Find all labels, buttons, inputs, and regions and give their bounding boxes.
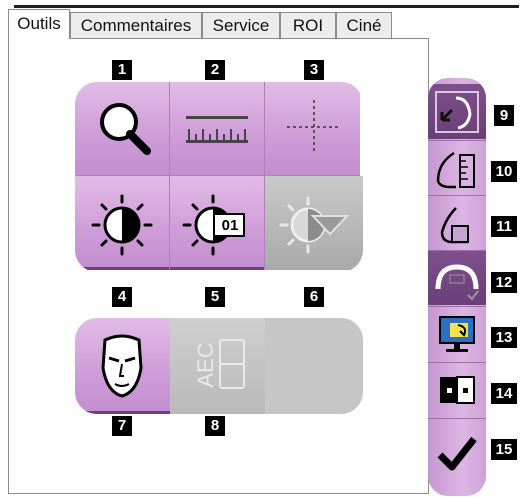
monitor-swap-button[interactable] (428, 306, 486, 361)
callout-14: 14 (491, 383, 517, 404)
right-toolbar (428, 78, 486, 496)
callout-4: 4 (112, 287, 132, 307)
ruler-icon (186, 116, 248, 143)
callout-6: 6 (304, 287, 324, 307)
callout-9: 9 (494, 105, 514, 126)
face-icon (101, 334, 143, 398)
flip-button[interactable] (428, 84, 486, 139)
checkmark-icon (437, 436, 477, 471)
callout-11: 11 (491, 216, 517, 237)
breast-measure-icon (436, 151, 475, 189)
breast-measure-button[interactable] (428, 140, 486, 195)
contrast-preset-button[interactable]: 01 (170, 176, 265, 270)
top-rule (14, 5, 519, 8)
magnifier-icon (100, 103, 151, 155)
callout-1: 1 (112, 60, 132, 80)
callout-2: 2 (205, 60, 225, 80)
compression-icon (435, 264, 479, 301)
crosshair-icon (287, 100, 341, 154)
contrast-dropdown-icon (279, 196, 350, 254)
callout-5: 5 (205, 287, 225, 307)
contrast-icon (91, 194, 153, 256)
dual-view-button[interactable] (428, 362, 486, 417)
contrast-button[interactable] (75, 176, 170, 270)
breast-button[interactable] (428, 195, 486, 250)
breast-icon (440, 207, 469, 244)
flip-icon (435, 91, 479, 133)
dual-view-icon (440, 376, 475, 404)
tool-grid-row3: AEC (75, 318, 363, 414)
tool-grid: 01 (75, 82, 363, 272)
callout-15: 15 (491, 439, 517, 460)
tab-cine[interactable]: Ciné (336, 12, 392, 38)
preset-badge: 01 (221, 217, 239, 234)
accept-button[interactable] (428, 418, 486, 488)
callout-10: 10 (491, 161, 517, 182)
empty-slot (265, 318, 363, 414)
crosshair-button[interactable] (265, 82, 360, 176)
contrast-dropdown-button[interactable] (265, 176, 363, 270)
tab-outils[interactable]: Outils (8, 9, 70, 39)
face-button[interactable] (75, 318, 170, 414)
callout-7: 7 (112, 416, 132, 436)
callout-8: 8 (205, 416, 225, 436)
compression-button[interactable] (428, 250, 486, 305)
callout-12: 12 (491, 272, 517, 293)
tab-commentaires[interactable]: Commentaires (70, 12, 202, 38)
tab-roi[interactable]: ROI (280, 12, 336, 38)
callout-3: 3 (304, 60, 324, 80)
magnifier-button[interactable] (75, 82, 170, 176)
aec-label: AEC (193, 342, 218, 388)
aec-button[interactable]: AEC (170, 318, 265, 414)
ruler-button[interactable] (170, 82, 265, 176)
callout-13: 13 (491, 327, 517, 348)
monitor-swap-icon (439, 316, 475, 352)
tab-service[interactable]: Service (202, 12, 280, 38)
